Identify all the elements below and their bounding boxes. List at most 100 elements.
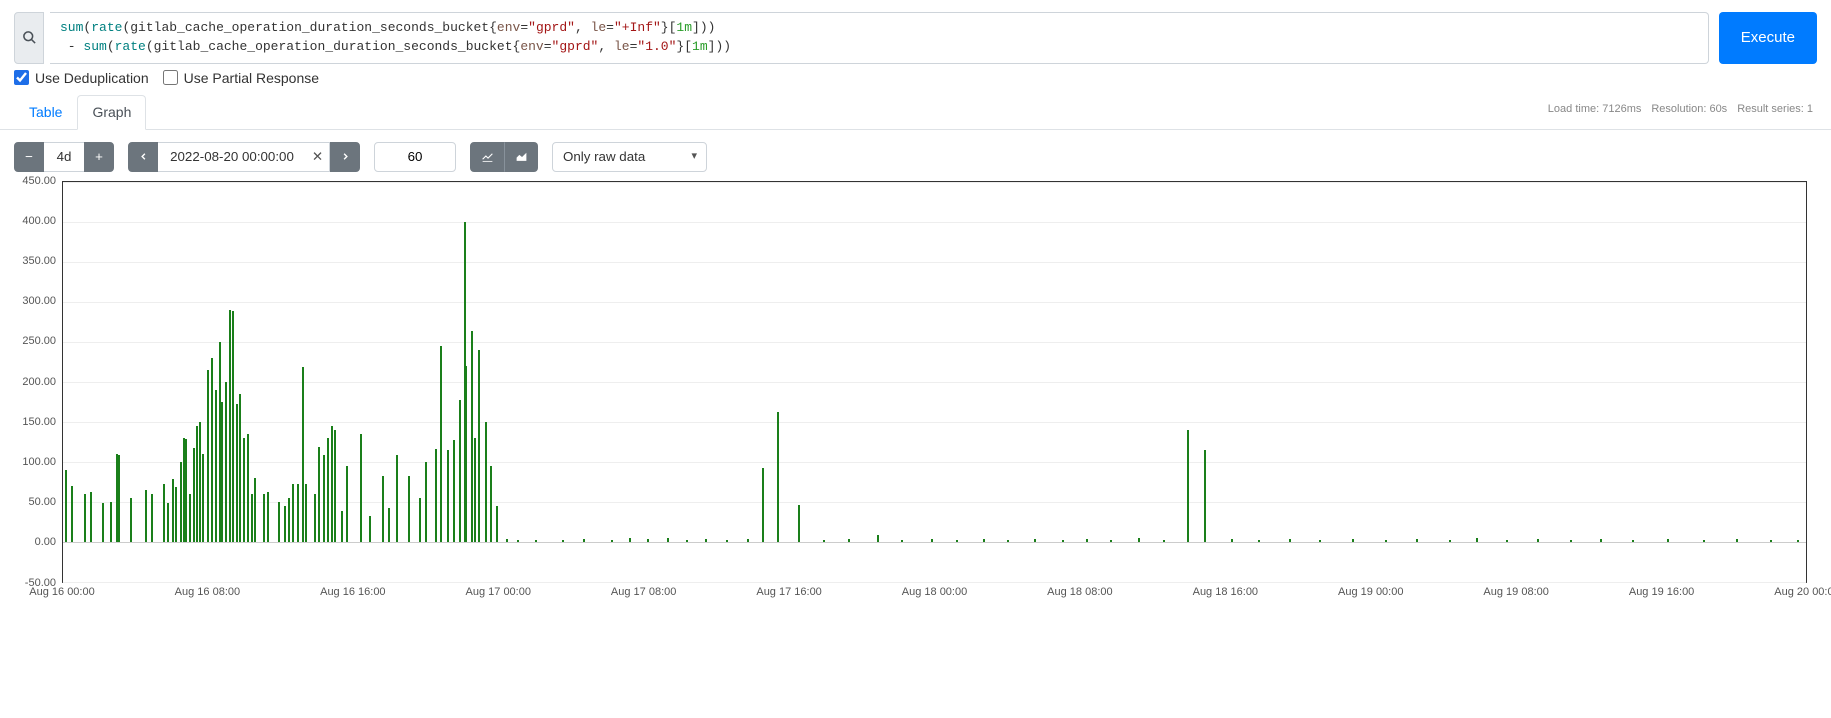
query-input[interactable]: sum(rate(gitlab_cache_operation_duration… xyxy=(50,12,1709,64)
data-bar[interactable] xyxy=(211,358,213,542)
data-bar[interactable] xyxy=(175,487,177,541)
range-input[interactable] xyxy=(44,142,84,172)
data-bar[interactable] xyxy=(292,484,294,542)
data-bar[interactable] xyxy=(118,455,120,541)
data-bar[interactable] xyxy=(130,498,132,542)
data-bar[interactable] xyxy=(471,331,473,541)
data-bar[interactable] xyxy=(323,455,325,541)
data-bar[interactable] xyxy=(496,506,498,542)
plot-region[interactable] xyxy=(62,181,1807,583)
data-bar[interactable] xyxy=(346,466,348,541)
data-bar[interactable] xyxy=(236,404,238,542)
data-bar[interactable] xyxy=(447,450,449,542)
data-bar[interactable] xyxy=(474,438,476,542)
data-bar[interactable] xyxy=(327,438,329,542)
data-bar[interactable] xyxy=(440,346,442,541)
data-bar[interactable] xyxy=(196,426,198,542)
data-bar[interactable] xyxy=(145,490,147,542)
data-bar[interactable] xyxy=(221,402,223,542)
data-bar[interactable] xyxy=(251,494,253,542)
data-bar[interactable] xyxy=(425,462,427,542)
time-clear-button[interactable]: ✕ xyxy=(306,142,330,172)
data-bar[interactable] xyxy=(360,434,362,542)
data-bar[interactable] xyxy=(90,492,92,542)
data-bar[interactable] xyxy=(102,503,104,541)
data-bar[interactable] xyxy=(202,454,204,542)
use-partial-option[interactable]: Use Partial Response xyxy=(163,70,319,86)
data-bar[interactable] xyxy=(278,502,280,542)
data-bar[interactable] xyxy=(167,503,169,541)
data-bar[interactable] xyxy=(263,494,265,542)
use-dedup-checkbox[interactable] xyxy=(14,70,29,85)
data-bar[interactable] xyxy=(369,516,371,542)
data-bar[interactable] xyxy=(302,367,304,541)
data-bar[interactable] xyxy=(180,462,182,542)
data-bar[interactable] xyxy=(71,486,73,542)
data-bar[interactable] xyxy=(288,498,290,542)
data-bar[interactable] xyxy=(777,412,779,542)
tab-graph[interactable]: Graph xyxy=(77,95,146,130)
time-prev-button[interactable] xyxy=(128,142,158,172)
range-decrease-button[interactable]: − xyxy=(14,142,44,172)
data-bar[interactable] xyxy=(284,506,286,541)
data-bar[interactable] xyxy=(798,505,800,542)
data-mode-select[interactable]: Only raw data xyxy=(552,142,707,172)
line-chart-icon[interactable] xyxy=(470,142,504,172)
use-dedup-option[interactable]: Use Deduplication xyxy=(14,70,149,86)
data-bar[interactable] xyxy=(232,311,234,541)
data-bar[interactable] xyxy=(193,448,195,542)
data-bar[interactable] xyxy=(189,494,191,542)
data-bar[interactable] xyxy=(408,476,410,542)
data-bar[interactable] xyxy=(318,447,320,541)
data-bar[interactable] xyxy=(65,470,67,542)
chart-box[interactable]: -50.000.0050.00100.00150.00200.00250.003… xyxy=(14,177,1817,601)
data-bar[interactable] xyxy=(490,466,492,542)
data-bar[interactable] xyxy=(247,434,249,542)
data-bar[interactable] xyxy=(163,484,165,542)
data-bar[interactable] xyxy=(225,382,227,542)
data-bar[interactable] xyxy=(396,455,398,541)
data-bar[interactable] xyxy=(267,492,269,542)
tab-table[interactable]: Table xyxy=(14,95,77,129)
data-bar[interactable] xyxy=(305,484,307,542)
data-bar[interactable] xyxy=(199,422,201,542)
y-tick-label: 100.00 xyxy=(14,456,56,468)
data-bar[interactable] xyxy=(341,511,343,541)
end-time-input[interactable] xyxy=(158,142,306,172)
data-bar[interactable] xyxy=(478,350,480,542)
data-bar[interactable] xyxy=(419,498,421,542)
data-bar[interactable] xyxy=(172,479,174,541)
data-bar[interactable] xyxy=(485,422,487,542)
data-bar[interactable] xyxy=(435,449,437,542)
data-bar[interactable] xyxy=(762,468,764,542)
time-next-button[interactable] xyxy=(330,142,360,172)
resolution-input[interactable] xyxy=(374,142,456,172)
data-bar[interactable] xyxy=(243,438,245,542)
data-bar[interactable] xyxy=(215,390,217,542)
data-bar[interactable] xyxy=(239,394,241,542)
search-icon[interactable] xyxy=(14,12,44,64)
data-bar[interactable] xyxy=(84,494,86,542)
data-bar[interactable] xyxy=(453,440,455,542)
execute-button[interactable]: Execute xyxy=(1719,12,1817,64)
data-bar[interactable] xyxy=(314,494,316,542)
use-partial-checkbox[interactable] xyxy=(163,70,178,85)
area-chart-icon[interactable] xyxy=(504,142,538,172)
data-bar[interactable] xyxy=(459,400,461,542)
data-bar[interactable] xyxy=(1204,450,1206,542)
data-bar[interactable] xyxy=(254,478,256,542)
data-bar[interactable] xyxy=(382,476,384,542)
data-bar[interactable] xyxy=(388,508,390,542)
data-bar[interactable] xyxy=(185,439,187,541)
data-bar[interactable] xyxy=(465,366,467,542)
data-bar[interactable] xyxy=(207,370,209,542)
data-bar[interactable] xyxy=(110,502,112,542)
data-bar[interactable] xyxy=(183,438,185,542)
data-bar[interactable] xyxy=(331,426,333,542)
data-bar[interactable] xyxy=(297,484,299,542)
data-bar[interactable] xyxy=(229,310,231,542)
data-bar[interactable] xyxy=(334,430,336,542)
data-bar[interactable] xyxy=(1187,430,1189,542)
range-increase-button[interactable]: + xyxy=(84,142,114,172)
data-bar[interactable] xyxy=(151,494,153,542)
